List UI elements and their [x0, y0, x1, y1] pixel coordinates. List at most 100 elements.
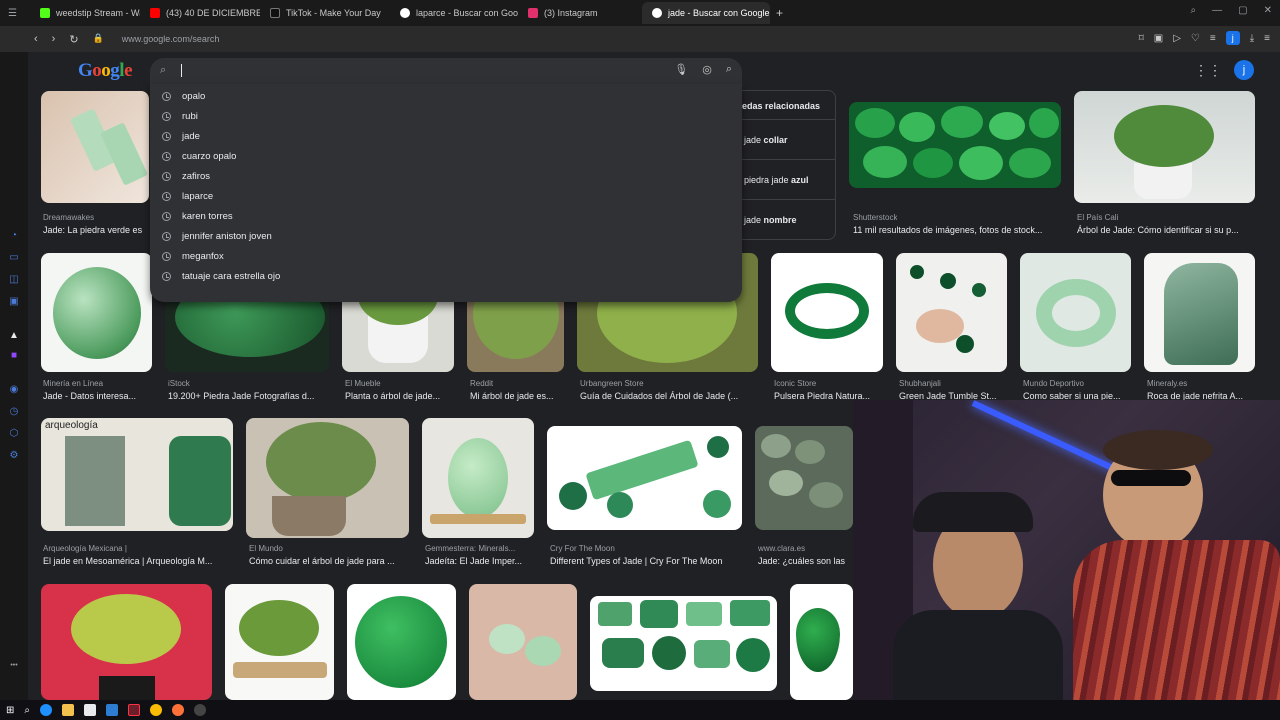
result-image[interactable]	[790, 584, 853, 700]
result-caption[interactable]: Guía de Cuidados del Árbol de Jade (...	[580, 391, 760, 401]
suggestion-item[interactable]: laparce	[150, 186, 742, 206]
suggestion-item[interactable]: opalo	[150, 86, 742, 106]
suggestion-item[interactable]: jennifer aniston joven	[150, 226, 742, 246]
result-image[interactable]	[41, 584, 212, 700]
edge-icon[interactable]	[40, 704, 52, 716]
download-icon[interactable]: ⤓	[1250, 33, 1254, 44]
result-image[interactable]	[1144, 253, 1255, 372]
menu-icon[interactable]: ≡	[1264, 33, 1270, 44]
related-bold: collar	[763, 135, 788, 145]
app-icon[interactable]	[128, 704, 140, 716]
bookmark-icon[interactable]: ⌑	[1139, 33, 1144, 44]
store-icon[interactable]	[84, 704, 96, 716]
result-caption[interactable]: Jade: ¿cuáles son las	[758, 556, 853, 566]
result-caption[interactable]: Jade: La piedra verde es	[43, 225, 153, 235]
result-image[interactable]	[225, 584, 334, 700]
settings-icon[interactable]: ⚙	[8, 450, 20, 462]
play-icon[interactable]: ▷	[1173, 33, 1181, 44]
tab-google-laparce[interactable]: laparce - Buscar con Goo	[390, 2, 518, 24]
result-caption[interactable]: 19.200+ Piedra Jade Fotografías d...	[168, 391, 328, 401]
result-image[interactable]	[41, 91, 149, 203]
rail-icon-1[interactable]: ◔	[8, 230, 20, 242]
suggestion-item[interactable]: tatuaje cara estrella ojo	[150, 266, 742, 286]
back-icon[interactable]: ‹	[34, 33, 38, 46]
url-field[interactable]: www.google.com/search	[122, 34, 220, 44]
result-image[interactable]	[849, 102, 1061, 188]
account-avatar[interactable]: j	[1234, 60, 1254, 80]
result-image[interactable]: arqueología	[41, 418, 233, 531]
suggestion-item[interactable]: zafiros	[150, 166, 742, 186]
result-image[interactable]	[1074, 91, 1255, 203]
tab-kick[interactable]: weedstip Stream - Watch	[30, 2, 140, 24]
suggestion-item[interactable]: karen torres	[150, 206, 742, 226]
result-caption[interactable]: Planta o árbol de jade...	[345, 391, 455, 401]
tab-menu-icon[interactable]: ☰	[0, 8, 30, 19]
result-image[interactable]	[422, 418, 534, 538]
rail-icon-3[interactable]: ◫	[8, 274, 20, 286]
firefox-icon[interactable]	[172, 704, 184, 716]
reload-icon[interactable]: ↻	[69, 33, 78, 46]
related-item[interactable]: piedra jade azul	[744, 175, 809, 185]
tab-instagram[interactable]: (3) Instagram	[518, 2, 642, 24]
rail-more-icon[interactable]: •••	[8, 662, 20, 674]
google-logo[interactable]: Google	[78, 60, 132, 82]
lock-icon: 🔒	[92, 32, 104, 43]
related-item[interactable]: jade collar	[744, 135, 788, 145]
result-image[interactable]	[469, 584, 577, 700]
clock-icon[interactable]: ◷	[8, 406, 20, 418]
mail-icon[interactable]	[106, 704, 118, 716]
apps-grid-icon[interactable]: ⋮⋮	[1194, 62, 1222, 79]
screenshot-icon[interactable]: ▣	[1154, 33, 1163, 44]
result-caption[interactable]: El jade en Mesoamérica | Arqueología M..…	[43, 556, 233, 566]
result-caption[interactable]: Cómo cuidar el árbol de jade para ...	[249, 556, 409, 566]
chrome-icon[interactable]	[150, 704, 162, 716]
file-explorer-icon[interactable]	[62, 704, 74, 716]
twitch-icon[interactable]: ■	[8, 350, 20, 362]
result-image[interactable]	[896, 253, 1007, 372]
result-image[interactable]	[246, 418, 409, 538]
related-item[interactable]: jade nombre	[744, 215, 797, 225]
search-input[interactable]: ⌕ 🎙 ◎ ⌕	[150, 58, 742, 84]
suggestion-item[interactable]: jade	[150, 126, 742, 146]
list-icon[interactable]: ≡	[1210, 33, 1216, 44]
forward-icon[interactable]: ›	[52, 33, 56, 46]
result-image[interactable]	[41, 253, 152, 372]
result-caption[interactable]: Árbol de Jade: Cómo identificar si su p.…	[1077, 225, 1257, 235]
jade-rock-shape	[1164, 263, 1238, 365]
result-caption[interactable]: Mi árbol de jade es...	[470, 391, 565, 401]
suggestion-item[interactable]: meganfox	[150, 246, 742, 266]
result-image[interactable]	[347, 584, 456, 700]
maximize-icon[interactable]: ▢	[1238, 5, 1247, 16]
search-submit-icon[interactable]: ⌕	[726, 63, 732, 76]
suggestion-item[interactable]: rubi	[150, 106, 742, 126]
close-icon[interactable]: ✕	[1264, 5, 1272, 16]
heart-icon[interactable]: ♡	[1191, 33, 1200, 44]
result-image[interactable]	[547, 426, 742, 530]
search-tabs-icon[interactable]: ⌕	[1191, 5, 1197, 16]
result-image[interactable]	[755, 426, 853, 530]
tab-tiktok[interactable]: TikTok - Make Your Day	[260, 2, 390, 24]
rail-icon-7[interactable]: ⬡	[8, 428, 20, 440]
rail-icon-6[interactable]: ◉	[8, 384, 20, 396]
result-image[interactable]	[590, 596, 777, 691]
result-image[interactable]	[771, 253, 883, 372]
result-caption[interactable]: 11 mil resultados de imágenes, fotos de …	[853, 225, 1058, 235]
tab-google-jade[interactable]: jade - Buscar con Google	[642, 2, 770, 24]
result-caption[interactable]: Jadeíta: El Jade Imper...	[425, 556, 535, 566]
result-caption[interactable]: Different Types of Jade | Cry For The Mo…	[550, 556, 745, 566]
windows-start-icon[interactable]: ⊞	[6, 705, 14, 716]
new-tab-button[interactable]: +	[776, 6, 783, 20]
tab-youtube[interactable]: (43) 40 DE DICIEMBRE |	[140, 2, 260, 24]
suggestion-item[interactable]: cuarzo opalo	[150, 146, 742, 166]
settings-icon[interactable]	[194, 704, 206, 716]
rail-icon-4[interactable]: ▣	[8, 296, 20, 308]
search-icon[interactable]: ⌕	[24, 705, 30, 716]
microphone-icon[interactable]: 🎙	[674, 63, 688, 76]
lens-icon[interactable]: ◎	[702, 63, 712, 76]
profile-avatar[interactable]: j	[1225, 31, 1240, 45]
result-caption[interactable]: Jade - Datos interesa...	[43, 391, 153, 401]
rail-icon-5[interactable]: ▲	[8, 330, 20, 342]
result-image[interactable]	[1020, 253, 1131, 372]
rail-icon-2[interactable]: ▭	[8, 252, 20, 264]
minimize-icon[interactable]: —	[1212, 5, 1222, 16]
